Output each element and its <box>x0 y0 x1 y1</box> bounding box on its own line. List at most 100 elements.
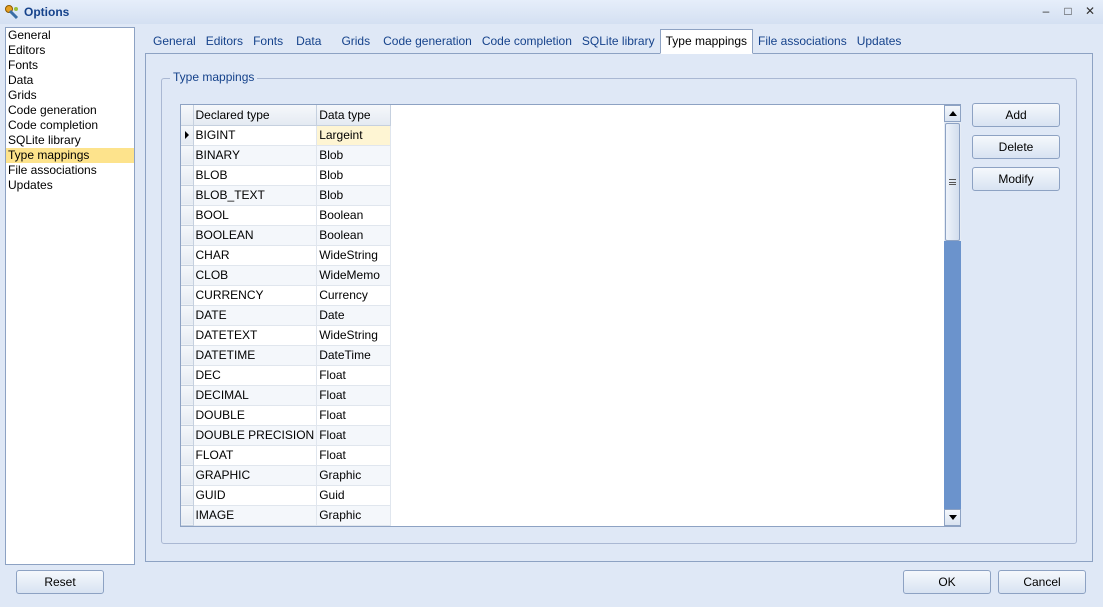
cell-declared-type[interactable]: FLOAT <box>193 445 318 466</box>
cell-declared-type[interactable]: GRAPHIC <box>193 465 318 486</box>
table-row[interactable]: BIGINT Largeint <box>181 125 392 146</box>
cell-declared-type[interactable]: GUID <box>193 485 318 506</box>
tab-sqlite-library[interactable]: SQLite library <box>577 30 660 53</box>
row-indicator[interactable] <box>181 425 194 446</box>
cell-data-type[interactable]: Graphic <box>316 465 392 486</box>
cell-data-type[interactable]: Float <box>316 445 392 466</box>
row-indicator[interactable] <box>181 165 194 186</box>
sidebar-item-fonts[interactable]: Fonts <box>6 58 134 73</box>
cell-declared-type[interactable]: IMAGE <box>193 505 318 526</box>
table-row[interactable]: BLOB Blob <box>181 165 392 186</box>
cell-data-type[interactable]: Largeint <box>316 125 392 146</box>
modify-button[interactable]: Modify <box>972 167 1060 191</box>
sidebar-item-grids[interactable]: Grids <box>6 88 134 103</box>
reset-button[interactable]: Reset <box>16 570 104 594</box>
cell-data-type[interactable]: Float <box>316 405 392 426</box>
cell-declared-type[interactable]: CLOB <box>193 265 318 286</box>
table-row[interactable]: FLOAT Float <box>181 445 392 466</box>
cell-declared-type[interactable]: DOUBLE <box>193 405 318 426</box>
row-indicator[interactable] <box>181 385 194 406</box>
cell-data-type[interactable]: Guid <box>316 485 392 506</box>
table-row[interactable]: BOOL Boolean <box>181 205 392 226</box>
cell-data-type[interactable]: WideString <box>316 245 392 266</box>
sidebar-item-file-associations[interactable]: File associations <box>6 163 134 178</box>
row-indicator[interactable] <box>181 445 194 466</box>
sidebar-item-code-completion[interactable]: Code completion <box>6 118 134 133</box>
tab-updates[interactable]: Updates <box>852 30 907 53</box>
table-row[interactable]: CHAR WideString <box>181 245 392 266</box>
table-row[interactable]: BLOB_TEXT Blob <box>181 185 392 206</box>
table-row[interactable]: DOUBLE Float <box>181 405 392 426</box>
sidebar-item-sqlite-library[interactable]: SQLite library <box>6 133 134 148</box>
table-row[interactable]: DATETIME DateTime <box>181 345 392 366</box>
minimize-icon[interactable]: – <box>1039 4 1053 18</box>
table-row[interactable]: DOUBLE PRECISION Float <box>181 425 392 446</box>
cell-declared-type[interactable]: DEC <box>193 365 318 386</box>
cell-data-type[interactable]: Blob <box>316 145 392 166</box>
cell-declared-type[interactable]: DATE <box>193 305 318 326</box>
type-mappings-grid[interactable]: Declared type Data type BIGINT Largeint BI… <box>180 104 961 527</box>
table-row[interactable]: GRAPHIC Graphic <box>181 465 392 486</box>
cell-declared-type[interactable]: BLOB <box>193 165 318 186</box>
row-indicator[interactable] <box>181 505 194 526</box>
cell-declared-type[interactable]: BOOLEAN <box>193 225 318 246</box>
sidebar-item-code-generation[interactable]: Code generation <box>6 103 134 118</box>
row-indicator[interactable] <box>181 305 194 326</box>
row-indicator[interactable] <box>181 265 194 286</box>
cell-declared-type[interactable]: BOOL <box>193 205 318 226</box>
tab-fonts[interactable]: Fonts <box>248 30 288 53</box>
table-row[interactable]: DECIMAL Float <box>181 385 392 406</box>
table-row[interactable]: BOOLEAN Boolean <box>181 225 392 246</box>
cell-data-type[interactable]: WideMemo <box>316 265 392 286</box>
table-row[interactable]: CLOB WideMemo <box>181 265 392 286</box>
row-indicator[interactable] <box>181 365 194 386</box>
grid-vertical-scrollbar[interactable] <box>944 105 961 526</box>
tab-code-generation[interactable]: Code generation <box>378 30 477 53</box>
column-header-data-type[interactable]: Data type <box>316 105 392 126</box>
cell-data-type[interactable]: Float <box>316 425 392 446</box>
cell-data-type[interactable]: Date <box>316 305 392 326</box>
row-indicator[interactable] <box>181 405 194 426</box>
column-header-declared-type[interactable]: Declared type <box>193 105 318 126</box>
maximize-icon[interactable]: □ <box>1061 4 1075 18</box>
row-indicator[interactable] <box>181 205 194 226</box>
row-indicator[interactable] <box>181 485 194 506</box>
cell-declared-type[interactable]: CHAR <box>193 245 318 266</box>
row-indicator[interactable] <box>181 145 194 166</box>
cell-data-type[interactable]: Blob <box>316 185 392 206</box>
sidebar-item-data[interactable]: Data <box>6 73 134 88</box>
table-row[interactable]: BINARY Blob <box>181 145 392 166</box>
sidebar-item-general[interactable]: General <box>6 28 134 43</box>
row-indicator[interactable] <box>181 225 194 246</box>
tab-general[interactable]: General <box>148 30 201 53</box>
scroll-up-button[interactable] <box>944 105 961 122</box>
tab-data[interactable]: Data <box>288 30 333 53</box>
table-row[interactable]: DEC Float <box>181 365 392 386</box>
tab-code-completion[interactable]: Code completion <box>477 30 577 53</box>
scroll-thumb[interactable] <box>945 123 960 241</box>
ok-button[interactable]: OK <box>903 570 991 594</box>
close-icon[interactable]: ✕ <box>1083 4 1097 18</box>
scroll-down-button[interactable] <box>944 509 961 526</box>
cell-data-type[interactable]: Float <box>316 365 392 386</box>
cell-declared-type[interactable]: DATETIME <box>193 345 318 366</box>
cell-data-type[interactable]: Currency <box>316 285 392 306</box>
cancel-button[interactable]: Cancel <box>998 570 1086 594</box>
cell-declared-type[interactable]: BINARY <box>193 145 318 166</box>
cell-data-type[interactable]: Boolean <box>316 225 392 246</box>
cell-declared-type[interactable]: CURRENCY <box>193 285 318 306</box>
row-indicator[interactable] <box>181 245 194 266</box>
row-indicator[interactable] <box>181 125 194 146</box>
tab-type-mappings[interactable]: Type mappings <box>659 29 753 54</box>
row-indicator[interactable] <box>181 285 194 306</box>
cell-data-type[interactable]: DateTime <box>316 345 392 366</box>
table-row[interactable]: DATE Date <box>181 305 392 326</box>
cell-data-type[interactable]: Graphic <box>316 505 392 526</box>
row-indicator[interactable] <box>181 185 194 206</box>
sidebar-item-editors[interactable]: Editors <box>6 43 134 58</box>
cell-data-type[interactable]: WideString <box>316 325 392 346</box>
cell-data-type[interactable]: Float <box>316 385 392 406</box>
cell-declared-type[interactable]: BLOB_TEXT <box>193 185 318 206</box>
table-row[interactable]: DATETEXT WideString <box>181 325 392 346</box>
cell-declared-type[interactable]: DATETEXT <box>193 325 318 346</box>
